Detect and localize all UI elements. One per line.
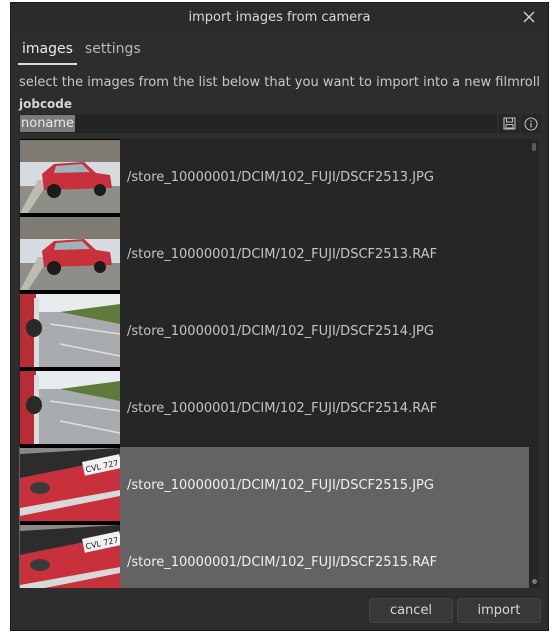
cancel-button[interactable]: cancel: [369, 598, 453, 623]
window-title: import images from camera: [188, 9, 371, 25]
file-row[interactable]: /store_10000001/DCIM/102_FUJI/DSCF2513.J…: [19, 139, 529, 216]
jobcode-label: jobcode: [19, 97, 73, 111]
thumbnail-image: CVL 727: [20, 524, 120, 588]
import-button[interactable]: import: [457, 598, 541, 623]
file-path: /store_10000001/DCIM/102_FUJI/DSCF2514.J…: [127, 324, 434, 339]
tab-settings[interactable]: settings: [81, 39, 145, 65]
save-icon: [502, 117, 516, 130]
file-path: /store_10000001/DCIM/102_FUJI/DSCF2513.J…: [127, 170, 434, 185]
info-icon: [524, 116, 538, 131]
instructions-text: select the images from the list below th…: [19, 75, 540, 90]
image-file-list[interactable]: /store_10000001/DCIM/102_FUJI/DSCF2513.J…: [19, 139, 539, 588]
thumbnail-image: [20, 139, 120, 216]
tab-bar: images settings: [18, 39, 145, 65]
file-path: /store_10000001/DCIM/102_FUJI/DSCF2515.J…: [127, 478, 434, 493]
jobcode-input[interactable]: [19, 114, 497, 133]
list-scrollbar[interactable]: [531, 143, 537, 584]
tab-images[interactable]: images: [18, 39, 77, 65]
scrollbar-end-indicator: [532, 579, 537, 584]
file-path: /store_10000001/DCIM/102_FUJI/DSCF2513.R…: [127, 247, 438, 262]
scrollbar-thumb[interactable]: [532, 143, 536, 151]
thumbnail-image: CVL 727: [20, 447, 120, 524]
import-dialog: import images from camera images setting…: [10, 2, 549, 631]
thumbnail-image: [20, 216, 120, 293]
file-path: /store_10000001/DCIM/102_FUJI/DSCF2514.R…: [127, 401, 438, 416]
file-row[interactable]: /store_10000001/DCIM/102_FUJI/DSCF2514.R…: [19, 370, 529, 447]
title-bar: import images from camera: [11, 3, 548, 31]
file-row[interactable]: /store_10000001/DCIM/102_FUJI/DSCF2514.J…: [19, 293, 529, 370]
file-path: /store_10000001/DCIM/102_FUJI/DSCF2515.R…: [127, 555, 438, 570]
thumbnail-image: [20, 293, 120, 370]
file-row[interactable]: /store_10000001/DCIM/102_FUJI/DSCF2513.R…: [19, 216, 529, 293]
save-preset-button[interactable]: [499, 114, 519, 133]
file-row[interactable]: CVL 727 /store_10000001/DCIM/102_FUJI/DS…: [19, 524, 529, 588]
close-button[interactable]: [520, 8, 538, 26]
file-row[interactable]: CVL 727 /store_10000001/DCIM/102_FUJI/DS…: [19, 447, 529, 524]
thumbnail-image: [20, 370, 120, 447]
close-icon: [523, 11, 535, 23]
info-button[interactable]: [521, 114, 541, 133]
